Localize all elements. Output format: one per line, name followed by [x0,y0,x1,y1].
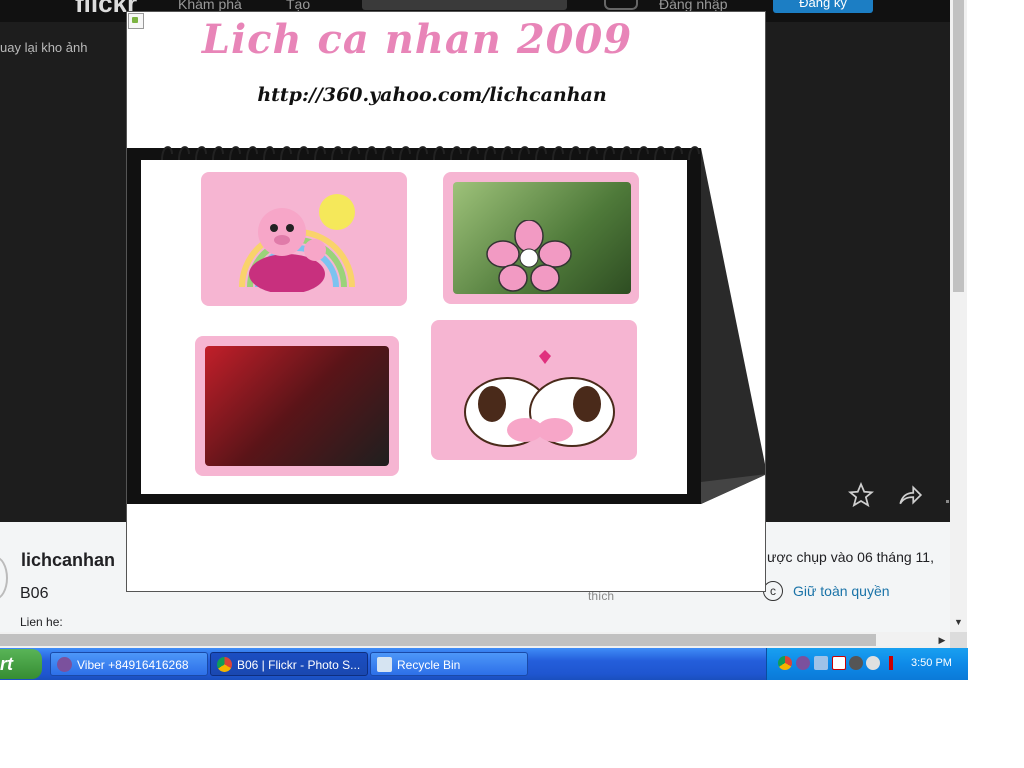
system-clock: 3:50 PM [911,657,952,669]
taskbar-item-label: Viber +84916416268 [77,658,189,672]
taken-date: ược chụp vào 06 tháng 11, [767,549,934,565]
share-icon[interactable] [897,482,923,508]
calendar-rings-graphic [161,146,700,161]
viber-tray-icon[interactable] [796,656,810,670]
taskbar-item-viber[interactable]: Viber +84916416268 [50,652,208,676]
viber-icon [57,657,72,672]
scroll-right-arrow-icon[interactable]: ▶ [934,632,950,648]
chrome-icon [217,657,232,672]
photo-description: Lien he: [20,615,63,629]
rights-link[interactable]: Giữ toàn quyền [793,583,890,599]
horizontal-scrollbar-thumb[interactable] [0,634,876,646]
pig-illustration [239,194,355,292]
flower-decoration [486,220,572,292]
star-icon[interactable] [848,482,874,508]
upload-icon[interactable] [604,0,638,10]
copyright-icon: c [763,581,783,601]
antivirus-tray-icon[interactable] [832,656,846,670]
signup-button[interactable]: Đăng ký [773,0,873,13]
calendar-url: http://360.yahoo.com/lichcanhan [257,84,607,106]
owner-name[interactable]: lichcanhan [21,550,115,571]
network-tray-icon[interactable] [814,656,828,670]
browser-viewport: flickr Khám phá Tạo Đăng nhập Đăng ký ua… [0,0,967,680]
more-icon[interactable] [946,500,949,503]
cow-illustration [464,350,615,447]
start-button[interactable]: rt [0,649,42,679]
recycle-bin-icon [377,657,392,672]
calendar-title: Lich ca nhan 2009 [201,16,633,63]
taskbar-item-label: B06 | Flickr - Photo S... [237,658,361,672]
friends-photo [205,346,389,466]
photo-title: B06 [20,585,49,602]
taskbar-item-label: Recycle Bin [397,658,461,672]
scroll-down-arrow-icon[interactable]: ▼ [950,614,967,631]
settings-tray-icon[interactable] [849,656,863,670]
volume-tray-icon[interactable] [866,656,880,670]
search-input[interactable] [362,0,567,10]
vertical-scrollbar-thumb[interactable] [953,0,964,292]
taskbar-item-recycle-bin[interactable]: Recycle Bin [370,652,528,676]
image-popup[interactable]: Lich ca nhan 2009 http://360.yahoo.com/l… [126,11,766,592]
back-to-photostream-link[interactable]: uay lại kho ảnh [0,40,87,55]
taskbar-item-chrome[interactable]: B06 | Flickr - Photo S... [210,652,368,676]
scrollbar-corner [950,632,967,648]
update-tray-icon[interactable] [884,656,898,670]
chrome-tray-icon[interactable] [778,656,792,670]
